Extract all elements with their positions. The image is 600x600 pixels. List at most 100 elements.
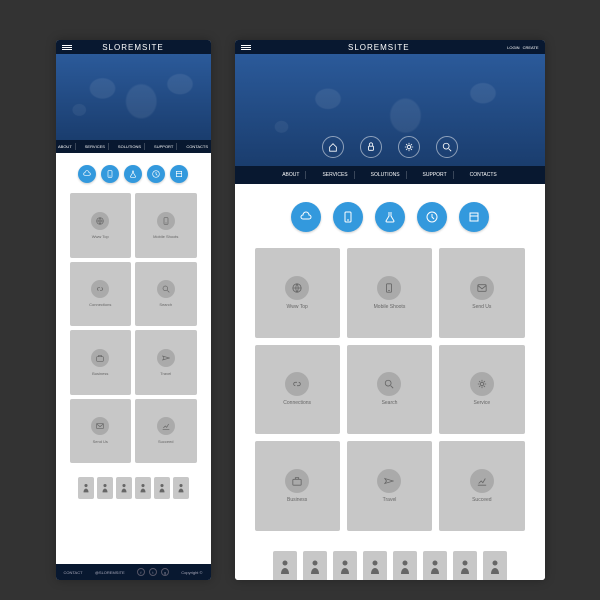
feature-box-icon[interactable]	[459, 202, 489, 232]
nav-item-about[interactable]: ABOUT	[56, 143, 76, 150]
mail-icon	[470, 276, 494, 300]
team-row	[235, 531, 545, 580]
footer-copyright: Copyright ©	[181, 570, 202, 575]
search-icon[interactable]	[436, 136, 458, 158]
team-avatar[interactable]	[363, 551, 387, 580]
team-avatar[interactable]	[393, 551, 417, 580]
tile-label: Succeed	[158, 439, 174, 444]
tile-globe[interactable]: Www Top	[255, 248, 340, 338]
menu-icon[interactable]	[241, 45, 251, 50]
brand-logo[interactable]: SLOREMSITE	[102, 43, 164, 52]
feature-phone-icon[interactable]	[333, 202, 363, 232]
main-nav: ABOUT SERVICES SOLUTIONS SUPPORT CONTACTS	[56, 140, 211, 153]
nav-item-support[interactable]: SUPPORT	[151, 143, 177, 150]
nav-item-support[interactable]: SUPPORT	[417, 171, 454, 179]
team-avatar[interactable]	[78, 477, 94, 499]
tile-search[interactable]: Search	[347, 345, 432, 435]
hero-banner	[56, 54, 211, 140]
tile-label: Send Us	[472, 304, 491, 310]
lock-icon[interactable]	[360, 136, 382, 158]
team-row	[56, 463, 211, 499]
tile-globe[interactable]: Www Top	[70, 193, 132, 258]
tile-search[interactable]: Search	[135, 262, 197, 327]
feature-flask-icon[interactable]	[375, 202, 405, 232]
feature-cloud-icon[interactable]	[78, 165, 96, 183]
nav-item-contacts[interactable]: CONTACTS	[464, 171, 503, 179]
home-icon[interactable]	[322, 136, 344, 158]
tile-phone[interactable]: Mobile Shoots	[135, 193, 197, 258]
team-avatar[interactable]	[97, 477, 113, 499]
team-avatar[interactable]	[453, 551, 477, 580]
tile-label: Send Us	[93, 439, 108, 444]
mail-icon	[91, 417, 109, 435]
team-avatar[interactable]	[423, 551, 447, 580]
tile-label: Search	[159, 302, 172, 307]
login-link[interactable]: LOGIN	[507, 45, 519, 50]
nav-item-services[interactable]: SERVICES	[82, 143, 109, 150]
feature-clock-icon[interactable]	[147, 165, 165, 183]
team-avatar[interactable]	[173, 477, 189, 499]
link-icon	[285, 372, 309, 396]
tile-link[interactable]: Connections	[70, 262, 132, 327]
tile-chart[interactable]: Succeed	[135, 399, 197, 464]
team-avatar[interactable]	[116, 477, 132, 499]
team-avatar[interactable]	[273, 551, 297, 580]
main-nav: ABOUT SERVICES SOLUTIONS SUPPORT CONTACTS	[235, 166, 545, 184]
globe-icon	[285, 276, 309, 300]
feature-phone-icon[interactable]	[101, 165, 119, 183]
footer-email[interactable]: @SLOREMSITE	[95, 570, 125, 575]
brand-logo[interactable]: SLOREMSITE	[348, 43, 410, 52]
feature-box-icon[interactable]	[170, 165, 188, 183]
team-avatar[interactable]	[333, 551, 357, 580]
nav-item-solutions[interactable]: SOLUTIONS	[365, 171, 407, 179]
tile-label: Travel	[160, 371, 171, 376]
feature-circles	[56, 161, 211, 193]
topbar: SLOREMSITE	[56, 40, 211, 54]
search-icon	[157, 280, 175, 298]
tile-link[interactable]: Connections	[255, 345, 340, 435]
nav-item-solutions[interactable]: SOLUTIONS	[115, 143, 145, 150]
tile-briefcase[interactable]: Business	[255, 441, 340, 531]
search-icon	[377, 372, 401, 396]
nav-item-about[interactable]: ABOUT	[276, 171, 306, 179]
feature-clock-icon[interactable]	[417, 202, 447, 232]
tile-label: Connections	[89, 302, 111, 307]
create-link[interactable]: CREATE	[523, 45, 539, 50]
tile-label: Business	[92, 371, 108, 376]
team-avatar[interactable]	[135, 477, 151, 499]
team-avatar[interactable]	[483, 551, 507, 580]
feature-cloud-icon[interactable]	[291, 202, 321, 232]
globe-icon	[91, 212, 109, 230]
plane-icon	[157, 349, 175, 367]
briefcase-icon	[285, 469, 309, 493]
team-avatar[interactable]	[154, 477, 170, 499]
tile-briefcase[interactable]: Business	[70, 330, 132, 395]
tile-label: Mobile Shoots	[153, 234, 178, 239]
feature-flask-icon[interactable]	[124, 165, 142, 183]
content-body: Www Top Mobile Shoots Connections Search Bus…	[56, 153, 211, 517]
footer-contact[interactable]: CONTACT	[64, 570, 83, 575]
gear-icon[interactable]	[398, 136, 420, 158]
chart-icon	[157, 417, 175, 435]
menu-icon[interactable]	[62, 45, 72, 50]
content-body: Www TopMobile ShootsSend UsConnectionsSe…	[235, 184, 545, 580]
tile-mail[interactable]: Send Us	[439, 248, 524, 338]
tile-label: Mobile Shoots	[374, 304, 406, 310]
tile-phone[interactable]: Mobile Shoots	[347, 248, 432, 338]
tile-mail[interactable]: Send Us	[70, 399, 132, 464]
briefcase-icon	[91, 349, 109, 367]
social-icons: f t g	[137, 568, 169, 576]
nav-item-contacts[interactable]: CONTACTS	[183, 143, 210, 150]
tile-chart[interactable]: Succeed	[439, 441, 524, 531]
social-icon[interactable]: f	[137, 568, 145, 576]
team-avatar[interactable]	[303, 551, 327, 580]
footer: CONTACT @SLOREMSITE f t g Copyright ©	[56, 564, 211, 580]
tile-plane[interactable]: Travel	[347, 441, 432, 531]
social-icon[interactable]: t	[149, 568, 157, 576]
nav-item-services[interactable]: SERVICES	[316, 171, 354, 179]
social-icon[interactable]: g	[161, 568, 169, 576]
hero-banner	[235, 54, 545, 166]
tile-gear[interactable]: Service	[439, 345, 524, 435]
chart-icon	[470, 469, 494, 493]
tile-plane[interactable]: Travel	[135, 330, 197, 395]
